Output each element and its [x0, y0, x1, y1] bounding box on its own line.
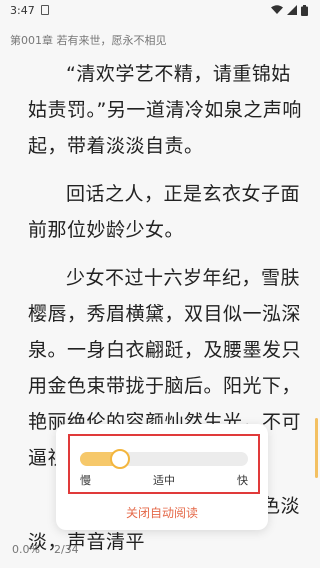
- speed-slider-thumb[interactable]: [109, 449, 130, 469]
- speed-labels: 慢 适中 快: [80, 472, 248, 488]
- clock: 3:47: [10, 3, 35, 17]
- speed-label-slow[interactable]: 慢: [80, 472, 91, 488]
- scroll-indicator: [315, 418, 318, 478]
- paragraph: 回话之人，正是玄衣女子面前那位妙龄少女。: [28, 183, 301, 241]
- speed-slider[interactable]: [80, 449, 248, 469]
- status-bar: 3:47: [0, 0, 320, 20]
- paragraph: “清欢学艺不精，请重锦姑姑责罚。”另一道清冷如泉之声响起，带着淡淡自责。: [28, 63, 302, 157]
- reading-footer: 0.0% 2/34: [12, 543, 79, 556]
- auto-read-popup: 慢 适中 快 关闭自动阅读: [56, 424, 268, 530]
- close-auto-read-button[interactable]: 关闭自动阅读: [56, 504, 268, 521]
- chapter-title: 第001章 若有来世，愿永不相见: [10, 34, 167, 47]
- battery-icon: [301, 4, 308, 16]
- progress-percent: 0.0%: [12, 543, 40, 556]
- signal-icon: [287, 5, 297, 15]
- speed-label-fast[interactable]: 快: [237, 472, 248, 488]
- sim-card-icon: [40, 5, 49, 15]
- speed-label-medium[interactable]: 适中: [153, 472, 175, 488]
- speed-control: 慢 适中 快: [68, 434, 260, 494]
- page-indicator: 2/34: [53, 543, 79, 556]
- wifi-icon: [271, 5, 283, 14]
